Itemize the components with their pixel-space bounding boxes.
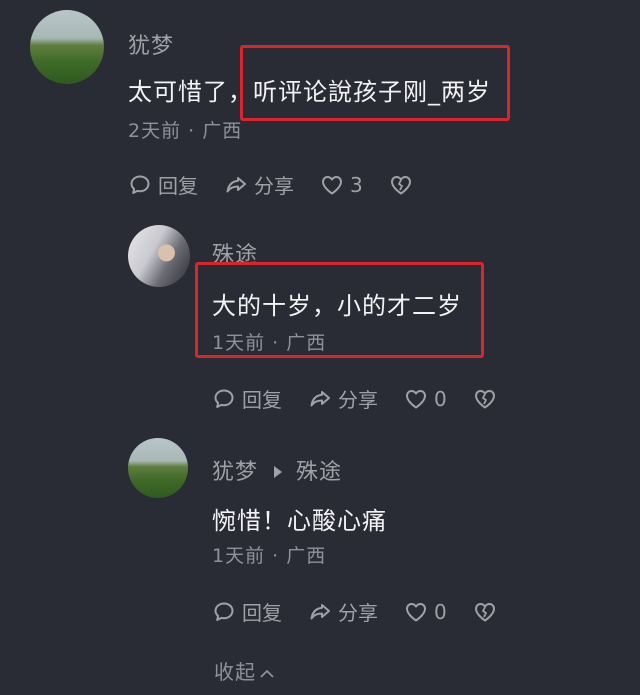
comment-actions: 回复 分享 0	[212, 384, 529, 413]
share-label: 分享	[338, 388, 378, 412]
like-button[interactable]: 0	[404, 387, 447, 411]
dislike-button[interactable]	[389, 173, 419, 197]
heart-icon	[322, 175, 342, 194]
reply-button[interactable]: 回复	[212, 597, 282, 626]
comment-username-line: 犹梦 殊途	[212, 454, 342, 486]
share-button[interactable]: 分享	[224, 170, 294, 199]
collapse-button[interactable]: 收起	[214, 656, 275, 685]
heart-icon	[406, 602, 426, 621]
share-icon	[310, 603, 330, 619]
comment-time: 2天前	[128, 120, 182, 142]
like-button[interactable]: 0	[404, 600, 447, 624]
like-count: 0	[434, 599, 447, 624]
comment-actions: 回复 分享 0	[212, 597, 529, 626]
reply-icon	[214, 602, 234, 621]
comment-username[interactable]: 犹梦	[212, 460, 258, 485]
comment-username[interactable]: 犹梦	[128, 28, 174, 60]
comment-time: 1天前	[212, 545, 266, 567]
avatar[interactable]	[128, 225, 190, 287]
broken-heart-icon	[474, 389, 495, 408]
reply-button[interactable]: 回复	[128, 170, 198, 199]
reply-label: 回复	[242, 601, 282, 625]
broken-heart-icon	[390, 175, 411, 194]
dislike-button[interactable]	[473, 387, 503, 411]
highlight-box	[240, 45, 510, 121]
share-button[interactable]: 分享	[308, 597, 378, 626]
avatar[interactable]	[30, 10, 104, 84]
collapse-label: 收起	[214, 660, 256, 684]
reply-button[interactable]: 回复	[212, 384, 282, 413]
comment-actions: 回复 分享 3	[128, 170, 445, 199]
comment-location: 广西	[202, 120, 243, 142]
avatar[interactable]	[128, 438, 188, 498]
reply-icon	[214, 389, 234, 408]
share-label: 分享	[338, 601, 378, 625]
comment-meta: 1天前 · 广西	[212, 545, 327, 567]
reply-to-username[interactable]: 殊途	[296, 460, 342, 485]
reply-arrow-icon	[274, 466, 283, 478]
reply-label: 回复	[158, 174, 198, 198]
share-label: 分享	[254, 174, 294, 198]
like-button[interactable]: 3	[320, 173, 363, 197]
comment-text: 惋惜！心酸心痛	[212, 507, 387, 535]
share-icon	[226, 176, 246, 192]
comment-location: 广西	[286, 545, 327, 567]
reply-label: 回复	[242, 388, 282, 412]
highlight-box	[195, 262, 484, 358]
share-icon	[310, 390, 330, 406]
broken-heart-icon	[474, 602, 495, 621]
dislike-button[interactable]	[473, 600, 503, 624]
reply-icon	[130, 175, 150, 194]
heart-icon	[406, 389, 426, 408]
like-count: 3	[350, 172, 363, 197]
chevron-up-icon	[260, 669, 274, 678]
comment-meta: 2天前 · 广西	[128, 120, 243, 142]
share-button[interactable]: 分享	[308, 384, 378, 413]
like-count: 0	[434, 386, 447, 411]
